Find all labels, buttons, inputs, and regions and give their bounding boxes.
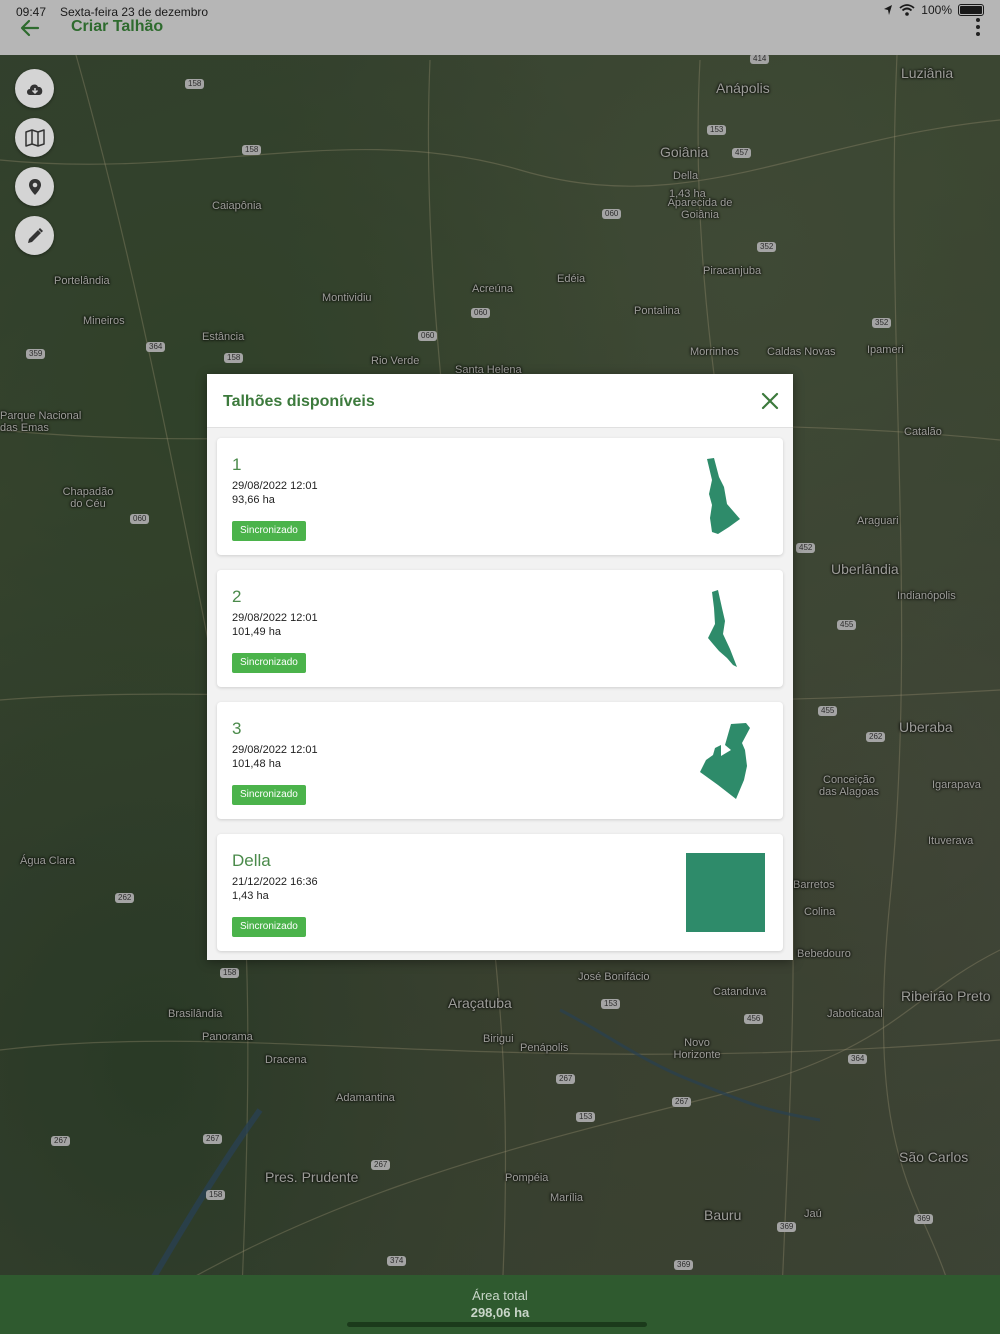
status-badge: Sincronizado bbox=[232, 917, 306, 937]
plot-card[interactable]: 2 29/08/2022 12:01 101,49 ha Sincronizad… bbox=[217, 570, 783, 687]
plot-date: 21/12/2022 16:36 bbox=[232, 876, 318, 888]
arrow-left-icon bbox=[20, 19, 40, 37]
plot-area: 101,49 ha bbox=[232, 626, 281, 638]
status-badge: Sincronizado bbox=[232, 521, 306, 541]
plot-name: 1 bbox=[232, 455, 242, 474]
plot-area: 101,48 ha bbox=[232, 758, 281, 770]
battery-percent: 100% bbox=[921, 3, 952, 17]
modal-header: Talhões disponíveis bbox=[207, 374, 793, 428]
battery-icon bbox=[958, 4, 984, 16]
location-pin-icon bbox=[28, 178, 41, 195]
plots-modal: Talhões disponíveis 1 29/08/2022 12:01 9… bbox=[207, 374, 793, 960]
more-dot bbox=[976, 32, 980, 37]
status-badge: Sincronizado bbox=[232, 785, 306, 805]
plot-card[interactable]: 3 29/08/2022 12:01 101,48 ha Sincronizad… bbox=[217, 702, 783, 819]
map-icon bbox=[24, 128, 45, 147]
cloud-download-icon bbox=[26, 84, 42, 95]
plot-area: 1,43 ha bbox=[232, 890, 269, 902]
app-header: 09:47 Sexta-feira 23 de dezembro 100% Cr… bbox=[0, 0, 1000, 55]
draw-button[interactable] bbox=[15, 216, 54, 255]
plot-name: Della bbox=[232, 851, 271, 870]
close-icon bbox=[761, 392, 779, 410]
my-location-button[interactable] bbox=[15, 167, 54, 206]
modal-title: Talhões disponíveis bbox=[223, 393, 375, 410]
plot-date: 29/08/2022 12:01 bbox=[232, 480, 318, 492]
wifi-icon bbox=[899, 4, 915, 16]
status-badge: Sincronizado bbox=[232, 653, 306, 673]
more-dot bbox=[976, 24, 980, 29]
more-options-button[interactable] bbox=[970, 16, 986, 38]
plot-date: 29/08/2022 12:01 bbox=[232, 744, 318, 756]
plot-card[interactable]: 1 29/08/2022 12:01 93,66 ha Sincronizado bbox=[217, 438, 783, 555]
more-vertical-icon bbox=[976, 17, 980, 22]
plot-shape-icon bbox=[700, 723, 750, 799]
plot-shape-icon bbox=[708, 590, 737, 667]
page-title: Criar Talhão bbox=[71, 18, 164, 35]
total-area-value: 298,06 ha bbox=[470, 1305, 530, 1320]
plot-area: 93,66 ha bbox=[232, 494, 275, 506]
download-map-button[interactable] bbox=[15, 69, 54, 108]
map-layers-button[interactable] bbox=[15, 118, 54, 157]
back-button[interactable] bbox=[18, 16, 44, 40]
close-button[interactable] bbox=[759, 390, 781, 412]
location-arrow-icon bbox=[884, 5, 893, 15]
status-indicators: 100% bbox=[883, 3, 984, 17]
status-date: Sexta-feira 23 de dezembro bbox=[60, 5, 209, 19]
plot-name: 2 bbox=[232, 587, 242, 606]
plot-date: 29/08/2022 12:01 bbox=[232, 612, 318, 624]
plot-shape-icon bbox=[707, 458, 740, 534]
home-indicator bbox=[347, 1322, 647, 1327]
total-area-label: Área total bbox=[472, 1288, 528, 1303]
plot-name: 3 bbox=[232, 719, 242, 738]
plot-shape-icon bbox=[686, 853, 765, 932]
plot-card[interactable]: Della 21/12/2022 16:36 1,43 ha Sincroniz… bbox=[217, 834, 783, 951]
pencil-icon bbox=[27, 227, 43, 243]
